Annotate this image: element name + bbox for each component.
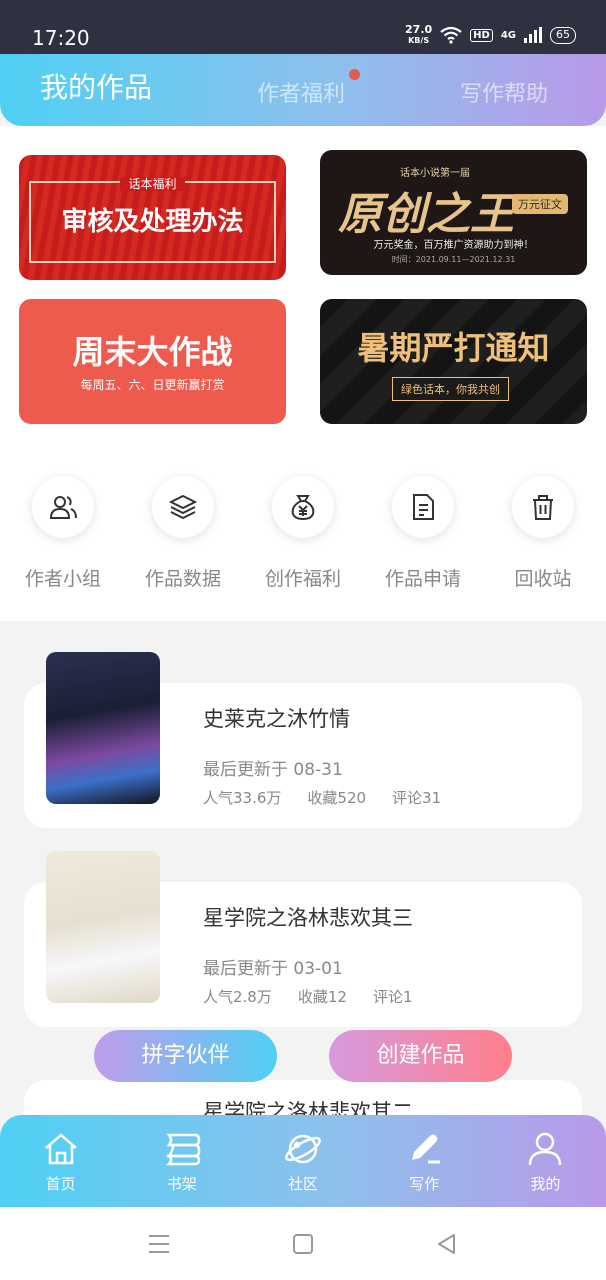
work-stats: 人气33.6万 收藏520 评论31 bbox=[203, 787, 441, 808]
work-updated: 最后更新于 08-31 bbox=[203, 760, 343, 780]
banner-tag: 话本小说第一届 bbox=[400, 168, 470, 179]
bookshelf-icon bbox=[121, 1129, 242, 1169]
quick-action-recycle-bin[interactable]: 回收站 bbox=[483, 476, 603, 591]
tab-label: 我的 bbox=[530, 1175, 561, 1193]
quick-action-work-data[interactable]: 作品数据 bbox=[123, 476, 243, 591]
net-speed: 27.0 KB/S bbox=[405, 24, 432, 46]
quick-action-label: 作品数据 bbox=[144, 568, 221, 590]
content-panel: 话本福利 审核及处理办法 话本小说第一届 原创之王 万元征文 万元奖金，百万推广… bbox=[0, 126, 606, 621]
banner-title: 审核及处理办法 bbox=[61, 207, 244, 237]
tab-label: 写作 bbox=[409, 1175, 440, 1193]
tab-label: 书架 bbox=[166, 1175, 197, 1193]
back-icon[interactable] bbox=[435, 1233, 457, 1255]
banner-summer-notice[interactable]: 暑期严打通知 绿色话本，你我共创 bbox=[320, 299, 587, 424]
banner-badge: 万元征文 bbox=[512, 194, 568, 214]
banner-subtitle: 每周五、六、日更新赢打赏 bbox=[80, 378, 225, 392]
home-icon bbox=[0, 1129, 121, 1169]
tab-write[interactable]: 写作 bbox=[364, 1115, 485, 1207]
quick-action-work-application[interactable]: 作品申请 bbox=[363, 476, 483, 591]
document-icon bbox=[392, 476, 454, 538]
layers-icon bbox=[152, 476, 214, 538]
create-work-button[interactable]: 创建作品 bbox=[329, 1030, 512, 1082]
bottom-tab-bar: 首页 书架 社区 写作 我的 bbox=[0, 1115, 606, 1207]
work-stats: 人气2.8万 收藏12 评论1 bbox=[203, 986, 413, 1007]
user-icon bbox=[485, 1129, 606, 1169]
work-favorites: 收藏12 bbox=[297, 988, 347, 1006]
banner-review-policy[interactable]: 话本福利 审核及处理办法 bbox=[19, 155, 286, 280]
tab-home[interactable]: 首页 bbox=[0, 1115, 121, 1207]
banner-subtitle: 绿色话本，你我共创 bbox=[392, 377, 509, 401]
work-popularity: 人气2.8万 bbox=[203, 988, 272, 1006]
quick-action-label: 回收站 bbox=[514, 568, 572, 590]
banner-title: 原创之王 bbox=[338, 189, 514, 240]
banner-subtitle: 万元奖金，百万推广资源助力到神！ bbox=[373, 240, 534, 251]
menu-icon[interactable] bbox=[147, 1233, 171, 1255]
quick-action-label: 创作福利 bbox=[264, 568, 341, 590]
banner-original-king[interactable]: 话本小说第一届 原创之王 万元征文 万元奖金，百万推广资源助力到神！ 时间：20… bbox=[320, 150, 587, 275]
writing-partner-button[interactable]: 拼字伙伴 bbox=[94, 1030, 277, 1082]
banner-date: 时间：2021.09.11—2021.12.31 bbox=[391, 255, 516, 264]
work-title: 星学院之洛林悲欢其三 bbox=[203, 906, 413, 930]
tab-author-benefits[interactable]: 作者福利 bbox=[257, 76, 345, 108]
quick-action-author-group[interactable]: 作者小组 bbox=[3, 476, 123, 591]
banner-tag-text: 话本福利 bbox=[120, 177, 185, 191]
quick-action-label: 作者小组 bbox=[24, 568, 101, 590]
money-bag-icon bbox=[272, 476, 334, 538]
status-time: 17:20 bbox=[32, 26, 90, 50]
wifi-icon bbox=[440, 26, 462, 44]
battery-indicator: 65 bbox=[550, 26, 576, 44]
signal-icon bbox=[524, 27, 542, 43]
net-speed-value: 27.0 bbox=[405, 23, 433, 36]
work-favorites: 收藏520 bbox=[307, 789, 367, 807]
tab-bookshelf[interactable]: 书架 bbox=[121, 1115, 242, 1207]
tab-label: 首页 bbox=[45, 1175, 76, 1193]
tab-writing-help[interactable]: 写作帮助 bbox=[460, 76, 548, 108]
author-group-icon bbox=[32, 476, 94, 538]
net-speed-unit: KB/S bbox=[408, 36, 430, 45]
status-bar: 17:20 27.0 KB/S HD 4G 65 bbox=[0, 0, 606, 56]
banner-title: 暑期严打通知 bbox=[357, 329, 550, 367]
trash-icon bbox=[512, 476, 574, 538]
quick-action-creation-benefits[interactable]: 创作福利 bbox=[243, 476, 363, 591]
quick-action-label: 作品申请 bbox=[384, 568, 461, 590]
home-square-icon[interactable] bbox=[292, 1233, 314, 1255]
tab-my-works[interactable]: 我的作品 bbox=[40, 66, 152, 106]
system-nav-bar bbox=[0, 1207, 606, 1280]
hd-badge: HD bbox=[470, 28, 493, 42]
tab-label: 社区 bbox=[288, 1175, 319, 1193]
notification-dot bbox=[349, 69, 360, 80]
network-label: 4G bbox=[500, 29, 516, 41]
status-icons: 27.0 KB/S HD 4G 65 bbox=[405, 24, 576, 46]
banner-weekend-battle[interactable]: 周末大作战 每周五、六、日更新赢打赏 bbox=[19, 299, 286, 424]
work-comments: 评论31 bbox=[392, 789, 442, 807]
work-comments: 评论1 bbox=[372, 988, 413, 1006]
work-popularity: 人气33.6万 bbox=[203, 789, 282, 807]
banner-tag: 话本福利 bbox=[19, 175, 286, 192]
tab-community[interactable]: 社区 bbox=[242, 1115, 363, 1207]
work-title: 史莱克之沐竹情 bbox=[203, 707, 350, 731]
work-cover[interactable] bbox=[46, 851, 160, 1003]
work-updated: 最后更新于 03-01 bbox=[203, 959, 343, 979]
banner-title: 周末大作战 bbox=[72, 333, 233, 371]
work-cover[interactable] bbox=[46, 652, 160, 804]
planet-icon bbox=[242, 1129, 363, 1169]
pen-icon bbox=[364, 1129, 485, 1169]
top-tab-bar: 我的作品 作者福利 写作帮助 bbox=[0, 54, 606, 126]
tab-profile[interactable]: 我的 bbox=[485, 1115, 606, 1207]
